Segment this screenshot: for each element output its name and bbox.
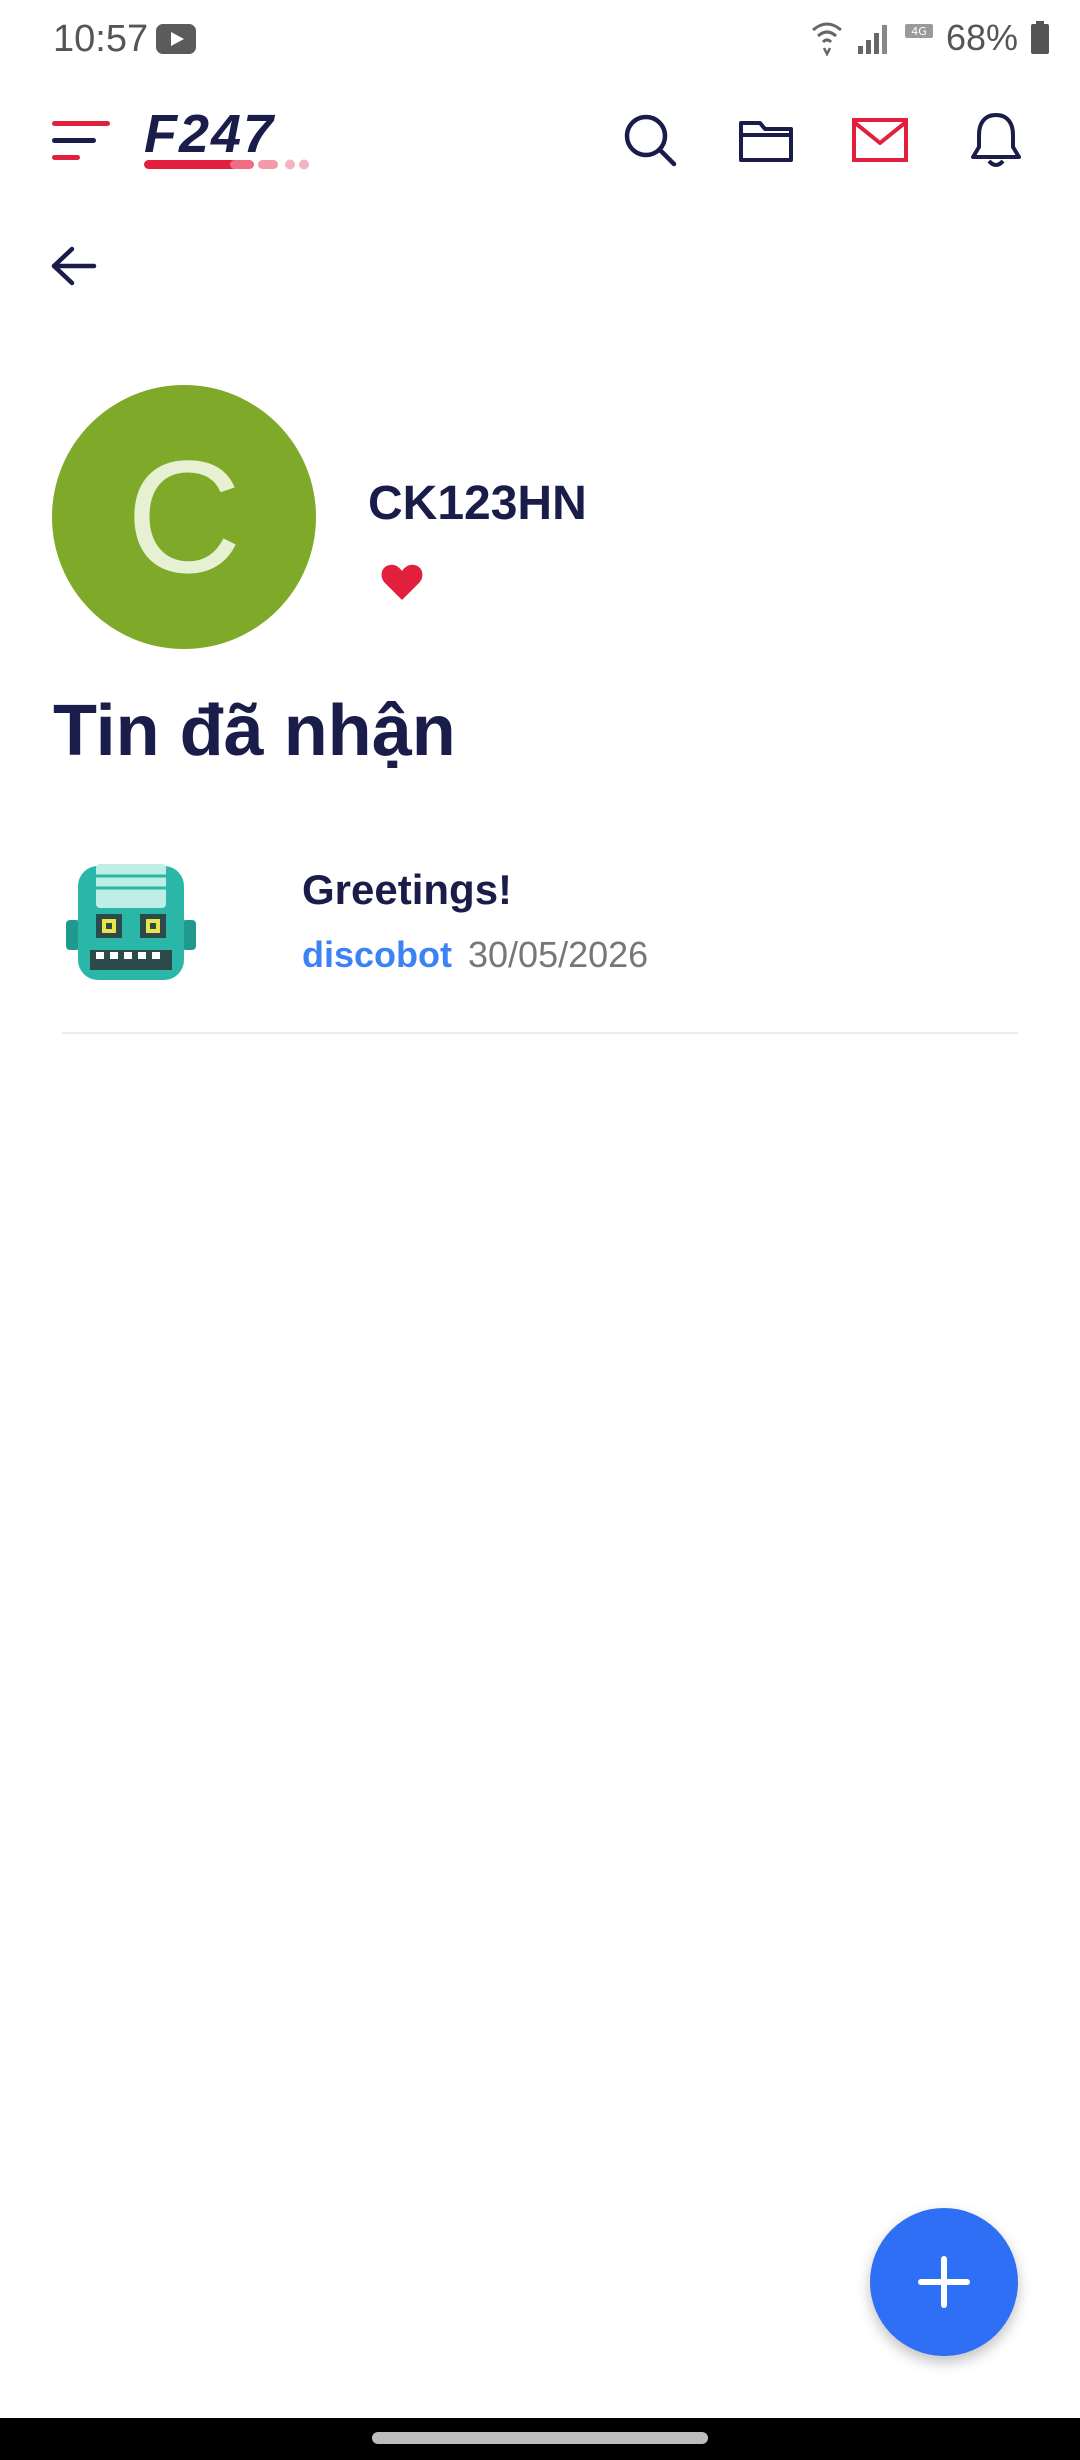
user-avatar[interactable]: C xyxy=(52,385,316,649)
page-title: Tin đã nhận xyxy=(53,691,456,771)
message-subject: Greetings! xyxy=(302,866,513,913)
app-logo[interactable]: F247 xyxy=(142,104,354,174)
network-label: 4G xyxy=(911,25,927,38)
message-date: 30/05/2026 xyxy=(468,934,649,975)
battery-percent: 68% xyxy=(945,17,1018,58)
message-meta: discobot 30/05/2026 xyxy=(302,934,648,976)
mail-icon xyxy=(852,118,908,162)
menu-icon xyxy=(52,121,110,160)
avatar-letter: C xyxy=(126,427,242,606)
youtube-icon xyxy=(156,24,196,54)
menu-button[interactable] xyxy=(50,117,114,165)
app-header: F247 xyxy=(0,100,1080,180)
wifi-icon xyxy=(811,22,842,56)
search-button[interactable] xyxy=(620,110,680,170)
status-icons: 4G 68% xyxy=(810,16,1050,60)
discobot-avatar xyxy=(66,864,196,980)
search-icon xyxy=(624,114,677,167)
signal-icon xyxy=(857,25,887,54)
home-gesture-handle[interactable] xyxy=(372,2432,708,2444)
notifications-button[interactable] xyxy=(966,110,1026,170)
logo-text: F247 xyxy=(144,108,276,164)
new-message-button[interactable] xyxy=(870,2208,1018,2356)
battery-icon xyxy=(1031,21,1049,54)
heart-icon xyxy=(381,564,423,600)
arrow-left-icon xyxy=(51,246,97,286)
status-time: 10:57 xyxy=(53,18,149,60)
system-nav-bar xyxy=(0,2418,1080,2460)
network-4g-icon: 4G xyxy=(904,24,933,38)
username: CK123HN xyxy=(368,477,587,530)
bell-icon xyxy=(971,113,1021,167)
plus-icon xyxy=(918,2256,970,2308)
folder-button[interactable] xyxy=(736,110,796,170)
message-sender[interactable]: discobot xyxy=(302,934,452,976)
status-bar: 10:57 4G 68% xyxy=(0,0,1080,80)
folder-icon xyxy=(739,121,793,162)
message-list-item[interactable]: Greetings! discobot 30/05/2026 xyxy=(62,830,1018,1034)
mail-button[interactable] xyxy=(850,110,910,170)
back-button[interactable] xyxy=(44,236,104,296)
